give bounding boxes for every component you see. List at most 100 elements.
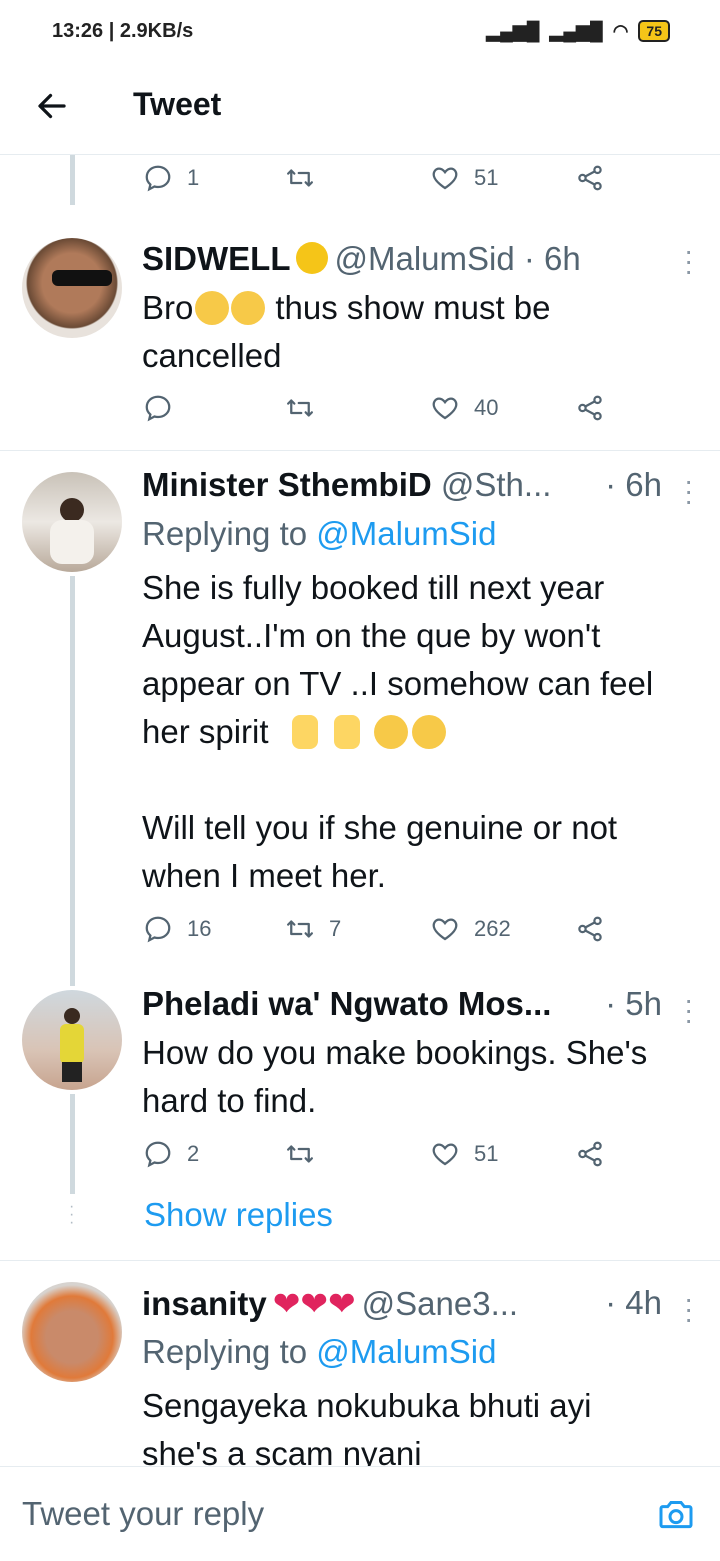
- display-name: SIDWELL: [142, 240, 291, 277]
- back-arrow-icon[interactable]: [34, 88, 70, 124]
- like-button[interactable]: 51: [430, 163, 498, 193]
- show-replies-link[interactable]: Show replies: [144, 1196, 333, 1234]
- crossed-fingers-emoji-icon: [291, 715, 318, 749]
- tweet-actions: 40: [0, 393, 720, 433]
- handle: @Sth...: [440, 466, 552, 503]
- share-button[interactable]: [575, 914, 605, 944]
- more-icon[interactable]: · · ·: [684, 1285, 694, 1333]
- like-count: 51: [474, 165, 499, 190]
- tweet-actions: 2 51: [0, 1139, 720, 1179]
- like-icon: [430, 393, 460, 423]
- network-speed: 2.9KB/s: [119, 20, 194, 42]
- avatar[interactable]: [22, 1282, 122, 1382]
- unamused-emoji-icon: [373, 715, 408, 749]
- retweet-icon: [285, 1139, 315, 1169]
- like-count: 51: [474, 1141, 499, 1166]
- wifi-icon: ◠: [612, 20, 629, 41]
- share-icon: [575, 914, 605, 944]
- avatar[interactable]: [22, 990, 122, 1090]
- signal-icon: ▂▄▆█: [486, 20, 540, 41]
- divider: [0, 450, 720, 451]
- retweet-icon: [285, 393, 315, 423]
- mention-link[interactable]: @MalumSid: [316, 1333, 496, 1370]
- like-button[interactable]: 262: [430, 914, 511, 944]
- reply-count: 2: [187, 1141, 200, 1166]
- more-icon[interactable]: · · ·: [684, 237, 694, 285]
- thread-more-dots-icon: · · ·: [69, 1198, 75, 1231]
- replying-to: Replying to @MalumSid: [142, 1333, 497, 1370]
- camera-icon[interactable]: [656, 1495, 696, 1535]
- tweet-time: · 5h: [605, 985, 662, 1022]
- hearts-emoji-icon: ❤❤❤: [272, 1285, 356, 1322]
- retweet-count: 7: [329, 916, 342, 941]
- tweet-text: She is fully booked till next year Augus…: [142, 569, 654, 894]
- display-name: insanity: [142, 1285, 267, 1322]
- like-button[interactable]: 40: [430, 393, 498, 423]
- retweet-icon: [285, 914, 315, 944]
- tweet-author-row: insanity ❤❤❤ @Sane3...: [142, 1284, 580, 1323]
- emoji-badge: [296, 242, 329, 274]
- retweet-button[interactable]: [285, 163, 315, 193]
- like-count: 262: [474, 916, 511, 941]
- laughing-emoji-icon: [231, 291, 266, 325]
- replying-to: Replying to @MalumSid: [142, 515, 497, 552]
- reply-icon: [143, 393, 173, 423]
- share-icon: [575, 1139, 605, 1169]
- reply-button[interactable]: [143, 393, 173, 423]
- more-icon[interactable]: · · ·: [684, 986, 694, 1034]
- display-name: Minister SthembiD: [142, 466, 432, 503]
- share-button[interactable]: [575, 1139, 605, 1169]
- mention-link[interactable]: @MalumSid: [316, 515, 496, 552]
- handle: @Sane3...: [361, 1285, 519, 1322]
- tweet-time: · 4h: [605, 1284, 662, 1321]
- top-app-bar: Tweet: [0, 64, 720, 155]
- share-button[interactable]: [575, 163, 605, 193]
- page-title: Tweet: [133, 86, 222, 122]
- avatar[interactable]: [22, 238, 122, 338]
- reply-input[interactable]: Tweet your reply: [22, 1495, 264, 1533]
- reply-icon: [143, 914, 173, 944]
- like-icon: [430, 163, 460, 193]
- reply-count: 1: [187, 165, 200, 190]
- avatar[interactable]: [22, 472, 122, 572]
- reply-button[interactable]: 1: [143, 163, 199, 193]
- like-icon: [430, 1139, 460, 1169]
- retweet-button[interactable]: [285, 1139, 315, 1169]
- tweet-actions: 16 7 262: [0, 914, 720, 954]
- handle: @MalumSid · 6h: [334, 240, 581, 277]
- tweet-author-row: Pheladi wa' Ngwato Mos...: [142, 985, 580, 1023]
- like-count: 40: [474, 395, 499, 420]
- status-bar: 13:26 | 2.9KB/s ▂▄▆█ ▂▄▆█ ◠ 75: [0, 0, 720, 64]
- retweet-button[interactable]: [285, 393, 315, 423]
- tweet-text: How do you make bookings. She's hard to …: [142, 1034, 648, 1119]
- share-icon: [575, 163, 605, 193]
- display-name: Pheladi wa' Ngwato Mos...: [142, 985, 552, 1022]
- battery-icon: 75: [638, 20, 670, 42]
- tweet-time: · 6h: [605, 466, 662, 503]
- unamused-emoji-icon: [411, 715, 446, 749]
- retweet-button[interactable]: 7: [285, 914, 341, 944]
- tweet-text: Sengayeka nokubuka bhuti ayi she's a sca…: [142, 1387, 592, 1472]
- laughing-emoji-icon: [195, 291, 230, 325]
- parent-tweet-actions: 1 51: [0, 163, 720, 203]
- share-button[interactable]: [575, 393, 605, 423]
- reply-count: 16: [187, 916, 212, 941]
- tweet-author-row: Minister SthembiD @Sth...: [142, 466, 580, 504]
- tweet-text: Bro thus show must be cancelled: [142, 289, 551, 374]
- reply-icon: [143, 1139, 173, 1169]
- reply-icon: [143, 163, 173, 193]
- reply-composer[interactable]: Tweet your reply: [0, 1466, 720, 1561]
- status-icons: ▂▄▆█ ▂▄▆█ ◠ 75: [486, 20, 670, 42]
- like-icon: [430, 914, 460, 944]
- crossed-fingers-emoji-icon: [333, 715, 360, 749]
- reply-button[interactable]: 16: [143, 914, 211, 944]
- reply-button[interactable]: 2: [143, 1139, 199, 1169]
- signal-icon-2: ▂▄▆█: [549, 20, 603, 41]
- divider: [0, 1260, 720, 1261]
- like-button[interactable]: 51: [430, 1139, 498, 1169]
- status-time: 13:26: [52, 20, 104, 42]
- more-icon[interactable]: · · ·: [684, 467, 694, 515]
- tweet-author-row: SIDWELL @MalumSid · 6h: [142, 240, 660, 278]
- share-icon: [575, 393, 605, 423]
- retweet-icon: [285, 163, 315, 193]
